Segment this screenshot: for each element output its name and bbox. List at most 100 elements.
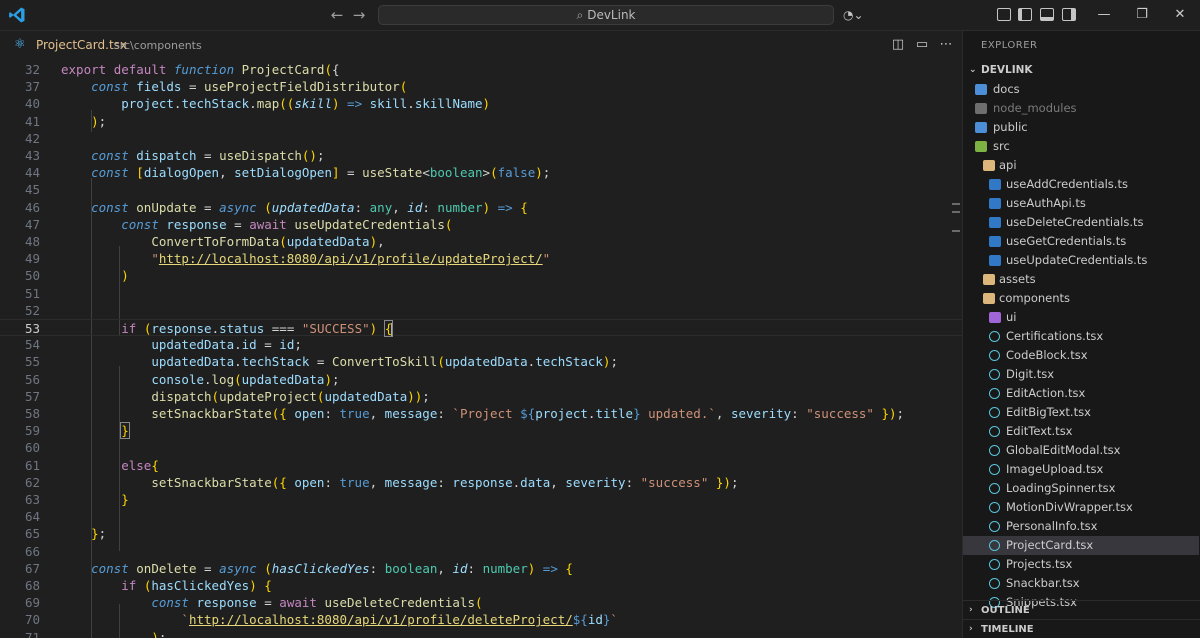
command-center-search[interactable]: ⌕ DevLink (378, 5, 834, 25)
tree-item[interactable]: CodeBlock.tsx (963, 346, 1199, 365)
arrow-left-icon[interactable]: ← (327, 5, 347, 25)
tree-item[interactable]: EditText.tsx (963, 422, 1199, 441)
workspace-root-label: DEVLINK (981, 64, 1033, 76)
code-line[interactable]: 66 (0, 543, 962, 560)
tree-item[interactable]: ui (963, 308, 1199, 327)
tree-item[interactable]: Digit.tsx (963, 365, 1199, 384)
tree-item[interactable]: src (963, 137, 1199, 156)
tree-item[interactable]: assets (963, 270, 1199, 289)
workspace-root[interactable]: ⌄ DEVLINK (969, 62, 1199, 78)
line-number: 53 (24, 321, 40, 336)
folder-icon (975, 103, 987, 114)
code-line[interactable]: 64 (0, 508, 962, 525)
arrow-right-icon[interactable]: → (349, 5, 369, 25)
code-text: `http://localhost:8080/api/v1/profile/de… (181, 612, 618, 628)
tree-item[interactable]: node_modules (963, 99, 1199, 118)
code-line[interactable]: 70 `http://localhost:8080/api/v1/profile… (0, 611, 962, 628)
split-editor-icon[interactable]: ◫ (890, 37, 906, 53)
tree-item[interactable]: useDeleteCredentials.ts (963, 213, 1199, 232)
code-line[interactable]: 44 const [dialogOpen, setDialogOpen] = u… (0, 164, 962, 181)
typescript-file-icon (989, 198, 1001, 209)
code-view[interactable]: 32 export default function ProjectCard({3… (0, 59, 962, 638)
close-icon[interactable]: ✕ (1168, 4, 1192, 26)
line-number: 37 (24, 79, 40, 95)
copilot-icon[interactable]: ◔⌄ (843, 6, 873, 24)
tree-item[interactable]: EditBigText.tsx (963, 403, 1199, 422)
customize-layout-icon[interactable] (997, 8, 1011, 21)
code-line[interactable]: 57 dispatch(updateProject(updatedData)); (0, 388, 962, 405)
chevron-right-icon: › (969, 605, 973, 615)
outline-section[interactable]: › OUTLINE (963, 600, 1200, 619)
title-bar: ← → ⌕ DevLink ◔⌄ — ❐ ✕ (0, 0, 1200, 31)
editor-layout-icon[interactable]: ▭ (914, 37, 930, 53)
code-text: export default function ProjectCard({ (61, 62, 340, 77)
code-line[interactable]: 50 ) (0, 267, 962, 284)
code-text: console.log(updatedData); (151, 371, 340, 387)
minimap-marker (952, 230, 960, 232)
tree-item-label: docs (993, 82, 1020, 96)
line-number: 40 (24, 96, 40, 112)
code-line[interactable]: 56 console.log(updatedData); (0, 371, 962, 388)
code-line[interactable]: 55 updatedData.techStack = ConvertToSkil… (0, 353, 962, 370)
code-line[interactable]: 43 const dispatch = useDispatch(); (0, 147, 962, 164)
code-line[interactable]: 68 if (hasClickedYes) { (0, 577, 962, 594)
tree-item[interactable]: useAuthApi.ts (963, 194, 1199, 213)
toggle-secondary-sidebar-icon[interactable] (1062, 8, 1076, 21)
minimize-icon[interactable]: — (1092, 4, 1116, 26)
code-line[interactable]: 40 project.techStack.map((skill) => skil… (0, 95, 962, 112)
code-line[interactable]: 48 ConvertToFormData(updatedData), (0, 233, 962, 250)
code-line[interactable]: 49 "http://localhost:8080/api/v1/profile… (0, 250, 962, 267)
tree-item[interactable]: Certifications.tsx (963, 327, 1199, 346)
tree-item[interactable]: api (963, 156, 1199, 175)
code-text: ) (121, 268, 129, 284)
timeline-section[interactable]: › TIMELINE (963, 619, 1200, 638)
tree-item[interactable]: ImageUpload.tsx (963, 460, 1199, 479)
code-line[interactable]: 59 } (0, 422, 962, 440)
tree-item[interactable]: EditAction.tsx (963, 384, 1199, 403)
code-text: const response = await useUpdateCredenti… (121, 216, 453, 232)
code-line[interactable]: 53 if (response.status === "SUCCESS") { (0, 319, 962, 337)
tree-item[interactable]: ProjectCard.tsx (963, 536, 1199, 555)
code-text: const response = await useDeleteCredenti… (151, 595, 483, 611)
code-line[interactable]: 60 (0, 439, 962, 456)
code-line[interactable]: 54 updatedData.id = id; (0, 336, 962, 353)
tree-item[interactable]: docs (963, 80, 1199, 99)
code-line[interactable]: 46 const onUpdate = async (updatedData: … (0, 199, 962, 216)
more-actions-icon[interactable]: ⋯ (938, 37, 954, 53)
toggle-primary-sidebar-icon[interactable] (1018, 8, 1032, 21)
code-line[interactable]: 65 }; (0, 525, 962, 542)
tree-item[interactable]: Projects.tsx (963, 555, 1199, 574)
code-line[interactable]: 37 const fields = useProjectFieldDistrib… (0, 78, 962, 95)
restore-icon[interactable]: ❐ (1130, 4, 1154, 26)
code-line[interactable]: 63 } (0, 491, 962, 508)
code-line[interactable]: 47 const response = await useUpdateCrede… (0, 216, 962, 233)
tree-item[interactable]: useUpdateCredentials.ts (963, 251, 1199, 270)
code-line[interactable]: 52 (0, 302, 962, 319)
code-line[interactable]: 41 ); (0, 113, 962, 130)
tree-item[interactable]: LoadingSpinner.tsx (963, 479, 1199, 498)
tree-item[interactable]: Snackbar.tsx (963, 574, 1199, 593)
code-line[interactable]: 61 else{ (0, 457, 962, 474)
tree-item[interactable]: MotionDivWrapper.tsx (963, 498, 1199, 517)
tree-item[interactable]: useAddCredentials.ts (963, 175, 1199, 194)
typescript-file-icon (989, 255, 1001, 266)
vscode-logo-icon[interactable] (8, 6, 26, 24)
code-line[interactable]: 32 export default function ProjectCard({ (0, 61, 962, 78)
code-line[interactable]: 67 const onDelete = async (hasClickedYes… (0, 560, 962, 577)
tree-item[interactable]: public (963, 118, 1199, 137)
tree-item-label: MotionDivWrapper.tsx (1006, 500, 1133, 514)
tree-item[interactable]: components (963, 289, 1199, 308)
code-line[interactable]: 42 (0, 130, 962, 147)
tree-item[interactable]: PersonalInfo.tsx (963, 517, 1199, 536)
tree-item-label: EditText.tsx (1006, 424, 1073, 438)
tree-item[interactable]: useGetCredentials.ts (963, 232, 1199, 251)
code-line[interactable]: 51 (0, 285, 962, 302)
code-line[interactable]: 58 setSnackbarState({ open: true, messag… (0, 405, 962, 422)
toggle-panel-icon[interactable] (1040, 8, 1054, 21)
code-line[interactable]: 69 const response = await useDeleteCrede… (0, 594, 962, 611)
code-line[interactable]: 71 ); (0, 629, 962, 638)
line-number: 66 (24, 543, 40, 559)
code-line[interactable]: 62 setSnackbarState({ open: true, messag… (0, 474, 962, 491)
code-line[interactable]: 45 (0, 181, 962, 198)
tree-item[interactable]: GlobalEditModal.tsx (963, 441, 1199, 460)
